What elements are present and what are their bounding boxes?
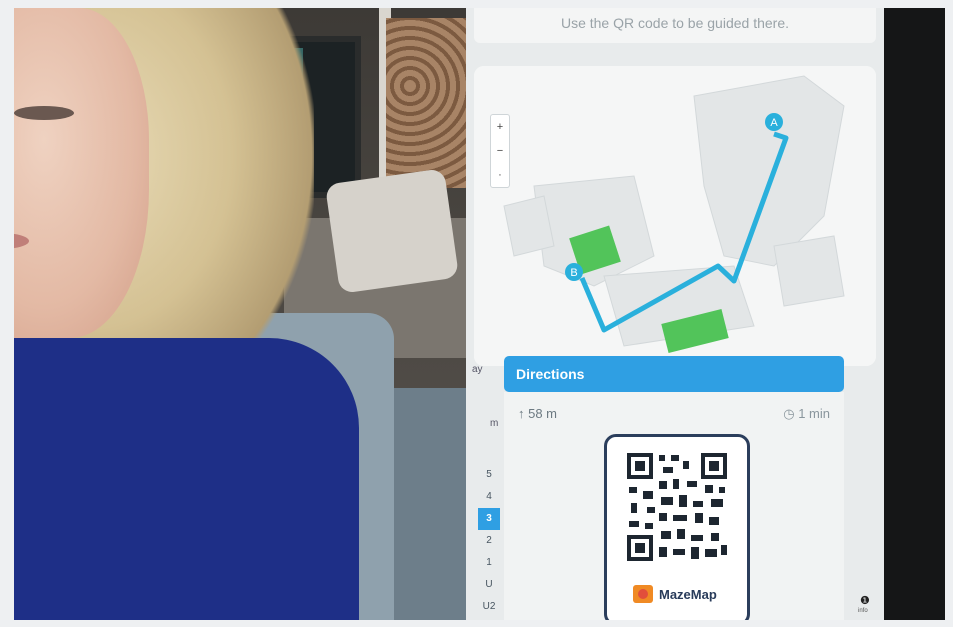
video-frame: Use the QR code to be guided there. A B … xyxy=(14,8,945,620)
floor-5[interactable]: 5 xyxy=(478,464,500,486)
marker-b[interactable]: B xyxy=(565,263,583,281)
monitor-bezel xyxy=(884,8,945,620)
floor-selector: 5 4 3 2 1 U U2 xyxy=(478,464,500,618)
brand-name: MazeMap xyxy=(659,586,717,602)
directions-title: Directions xyxy=(516,366,585,382)
guidance-message: Use the QR code to be guided there. xyxy=(474,8,876,43)
zoom-in-button[interactable]: + xyxy=(491,115,509,139)
floor-4[interactable]: 4 xyxy=(478,486,500,508)
pillow xyxy=(324,168,460,294)
map-card[interactable]: A B + − · xyxy=(474,66,876,366)
person-shirt xyxy=(14,338,359,620)
directions-header: Directions xyxy=(504,356,844,392)
distance-text: ↑ 58 m xyxy=(518,406,558,421)
side-label-small: m xyxy=(490,418,499,429)
directions-panel: ↑ 58 m ◷ 1 min MazeMap xyxy=(504,392,844,620)
zoom-out-button[interactable]: − xyxy=(491,139,509,163)
person-face xyxy=(14,8,149,338)
side-label: ay xyxy=(472,364,483,375)
person-lips xyxy=(14,233,29,249)
qr-card[interactable]: MazeMap xyxy=(604,434,750,620)
info-text: info xyxy=(858,608,868,614)
svg-text:B: B xyxy=(570,267,577,279)
marker-a[interactable]: A xyxy=(765,113,783,131)
svg-text:A: A xyxy=(770,117,778,129)
info-icon[interactable]: ❶ xyxy=(860,594,870,607)
floor-2[interactable]: 2 xyxy=(478,530,500,552)
floor-1[interactable]: 1 xyxy=(478,552,500,574)
mazemap-brand: MazeMap xyxy=(633,585,717,603)
duration-text: ◷ 1 min xyxy=(783,406,830,421)
mazemap-logo-icon xyxy=(633,585,653,603)
floor-u2[interactable]: U2 xyxy=(478,596,500,618)
qr-code[interactable] xyxy=(625,451,729,563)
zoom-reset-button[interactable]: · xyxy=(491,163,509,187)
map-view[interactable]: A B xyxy=(474,66,876,366)
zoom-controls: + − · xyxy=(490,114,510,188)
floor-u[interactable]: U xyxy=(478,574,500,596)
floor-3[interactable]: 3 xyxy=(478,508,500,530)
kiosk-screen: Use the QR code to be guided there. A B … xyxy=(466,8,884,620)
firewood-stack xyxy=(386,18,466,188)
person-eye xyxy=(14,106,74,120)
